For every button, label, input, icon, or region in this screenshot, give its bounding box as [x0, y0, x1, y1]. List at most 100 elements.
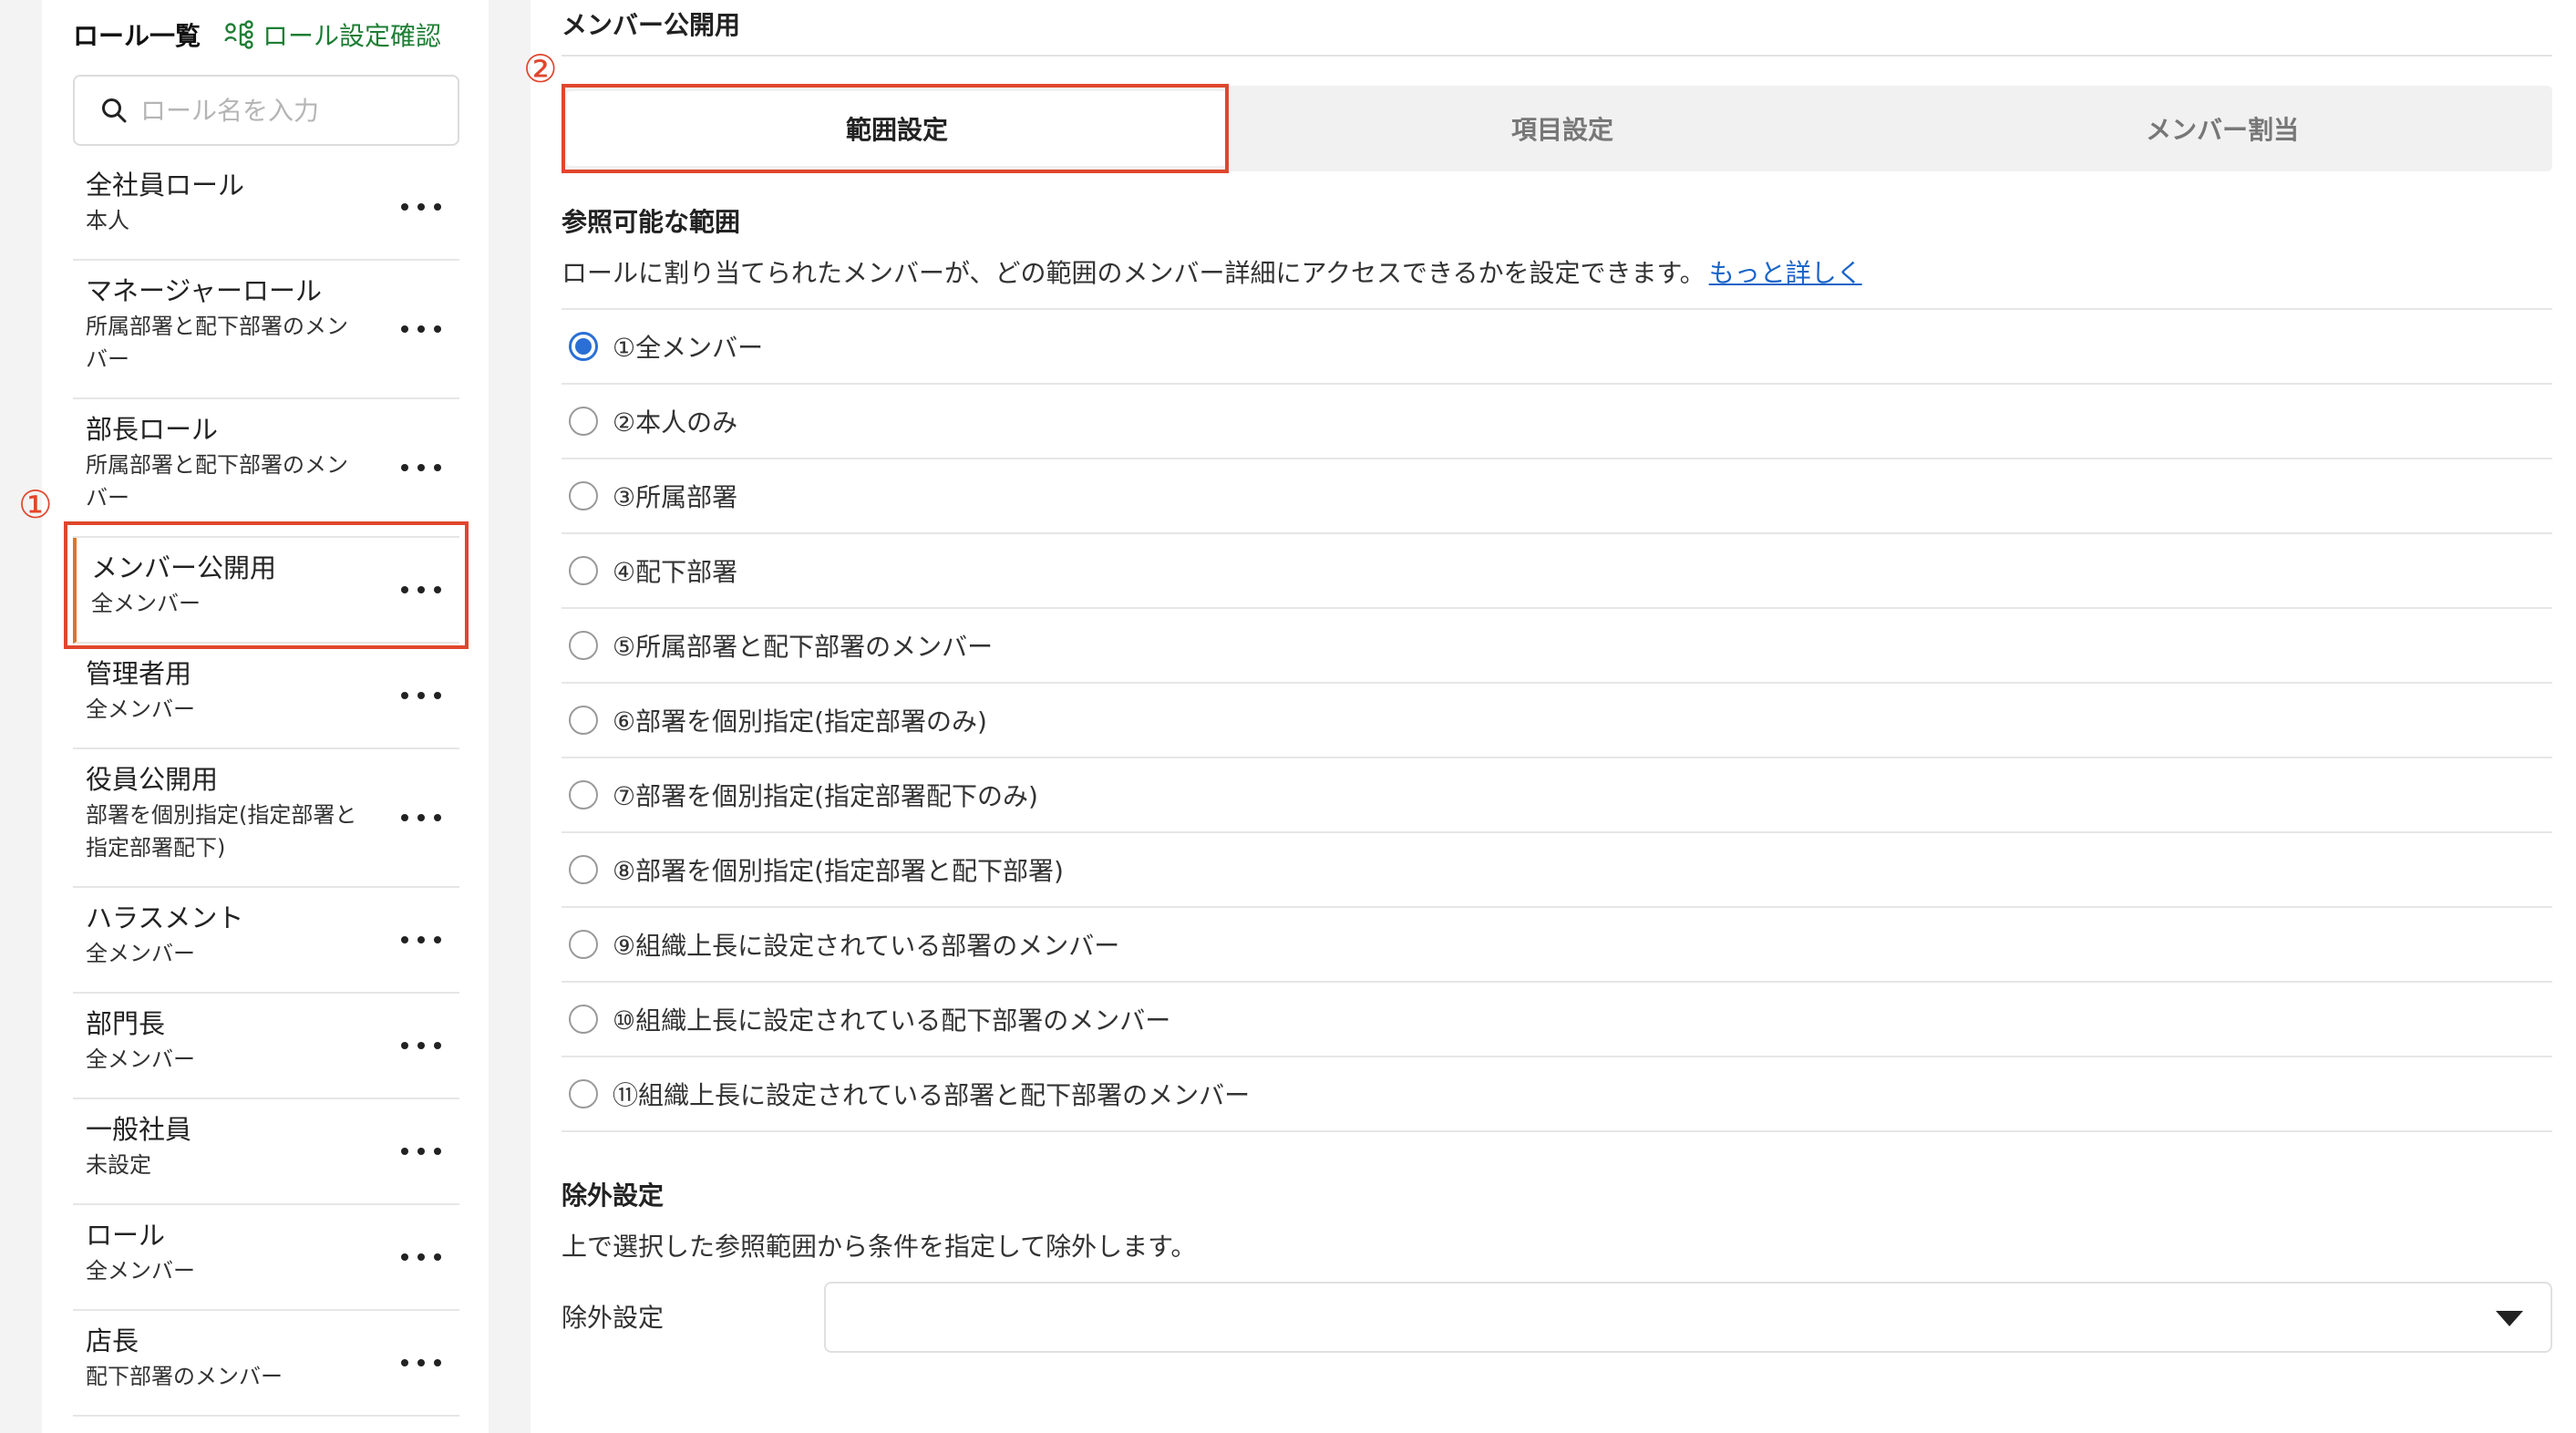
- role-scope: 未設定: [86, 1152, 151, 1178]
- more-options-icon[interactable]: [401, 1349, 441, 1376]
- role-item[interactable]: 一般社員 未設定: [73, 1099, 459, 1205]
- role-scope: 全メンバー: [86, 1046, 195, 1072]
- scope-option[interactable]: ③所属部署: [562, 459, 2552, 534]
- role-name: 全社員ロール: [86, 170, 245, 201]
- radio-button[interactable]: [569, 1005, 598, 1034]
- radio-button[interactable]: [569, 556, 598, 585]
- scope-option[interactable]: ⑥部署を個別指定(指定部署のみ): [562, 684, 2552, 758]
- role-name: 役員公開用: [86, 764, 219, 795]
- learn-more-link[interactable]: もっと詳しく: [1709, 258, 1862, 288]
- role-item[interactable]: マネージャーロール 所属部署と配下部署のメンバー: [73, 261, 459, 399]
- scope-option[interactable]: ⑧部署を個別指定(指定部署と配下部署): [562, 833, 2552, 908]
- more-options-icon[interactable]: [401, 804, 441, 831]
- role-item[interactable]: 全社員ロール 本人: [73, 155, 459, 261]
- more-options-icon[interactable]: [401, 454, 441, 481]
- role-settings-link-label: ロール設定確認: [263, 21, 442, 51]
- scope-section-description: ロールに割り当てられたメンバーが、どの範囲のメンバー詳細にアクセスできるかを設定…: [562, 253, 1862, 290]
- more-options-icon[interactable]: [401, 1138, 441, 1165]
- scope-description-text: ロールに割り当てられたメンバーが、どの範囲のメンバー詳細にアクセスできるかを設定…: [562, 258, 1705, 288]
- scope-option-label: ②本人のみ: [613, 407, 738, 438]
- sidebar-header: ロール一覧 ロール設定確認: [73, 13, 441, 57]
- radio-button[interactable]: [569, 780, 598, 809]
- org-tree-icon: [224, 20, 253, 49]
- scope-option-label: ⑩組織上長に設定されている配下部署のメンバー: [613, 1005, 1171, 1036]
- annotation-number-1: ①: [18, 482, 53, 527]
- role-settings-link[interactable]: ロール設定確認: [224, 16, 441, 53]
- page-title: メンバー公開用: [562, 10, 741, 40]
- more-options-icon[interactable]: [401, 576, 441, 603]
- radio-button[interactable]: [569, 855, 598, 884]
- scope-option-label: ⑥部署を個別指定(指定部署のみ): [613, 706, 987, 737]
- role-item[interactable]: 部門長 全メンバー: [73, 994, 459, 1099]
- app-root: ロール一覧 ロール設定確認 全社員ロ: [0, 0, 2576, 1433]
- role-sidebar: ロール一覧 ロール設定確認 全社員ロ: [42, 0, 489, 1433]
- role-scope: 部署を個別指定(指定部署と指定部署配下): [86, 802, 357, 861]
- scope-option[interactable]: ①全メンバー: [562, 310, 2552, 385]
- more-options-icon[interactable]: [401, 1243, 441, 1271]
- annotation-number-2: ②: [523, 46, 558, 91]
- role-item[interactable]: 役員公開用 部署を個別指定(指定部署と指定部署配下): [73, 749, 459, 888]
- role-scope: 全メンバー: [86, 941, 195, 966]
- radio-button-checked[interactable]: [569, 332, 598, 361]
- role-name: メンバー公開用: [91, 552, 277, 583]
- role-item[interactable]: ハラスメント 全メンバー: [73, 888, 459, 994]
- tab-field-settings[interactable]: 項目設定: [1232, 86, 1892, 171]
- scope-option[interactable]: ⑪組織上長に設定されている部署と配下部署のメンバー: [562, 1057, 2552, 1132]
- more-options-icon[interactable]: [401, 926, 441, 954]
- role-item[interactable]: 部長ロール 所属部署と配下部署のメンバー: [73, 399, 459, 538]
- more-options-icon[interactable]: [401, 1032, 441, 1059]
- more-options-icon[interactable]: [401, 315, 441, 343]
- scope-option[interactable]: ⑦部署を個別指定(指定部署配下のみ): [562, 758, 2552, 833]
- scope-option[interactable]: ⑤所属部署と配下部署のメンバー: [562, 609, 2552, 684]
- scope-option-label: ④配下部署: [613, 557, 738, 587]
- scope-option[interactable]: ②本人のみ: [562, 385, 2552, 459]
- scope-option-label: ①全メンバー: [613, 333, 764, 363]
- radio-button[interactable]: [569, 481, 598, 510]
- tab-scope-settings[interactable]: 範囲設定: [567, 91, 1227, 166]
- tab-member-assignment[interactable]: メンバー割当: [1892, 86, 2552, 171]
- radio-button[interactable]: [569, 706, 598, 735]
- radio-button[interactable]: [569, 631, 598, 660]
- exclusion-select[interactable]: [824, 1282, 2552, 1353]
- more-options-icon[interactable]: [401, 682, 441, 709]
- scope-option-label: ⑨組織上長に設定されている部署のメンバー: [613, 931, 1120, 961]
- role-item[interactable]: ロール 全メンバー: [73, 1205, 459, 1311]
- scope-option[interactable]: ⑨組織上長に設定されている部署のメンバー: [562, 908, 2552, 983]
- settings-tabs: 範囲設定 項目設定 メンバー割当: [562, 86, 2552, 171]
- role-name: マネージャーロール: [86, 275, 322, 306]
- role-search-box[interactable]: [73, 75, 459, 146]
- dropdown-caret-icon: [2496, 1311, 2523, 1326]
- role-item[interactable]: 店長 配下部署のメンバー: [73, 1311, 459, 1417]
- scope-option[interactable]: ⑩組織上長に設定されている配下部署のメンバー: [562, 983, 2552, 1057]
- role-name: 一般社員: [86, 1114, 192, 1145]
- role-scope: 本人: [86, 208, 129, 233]
- radio-button[interactable]: [569, 930, 598, 959]
- sidebar-title: ロール一覧: [73, 21, 201, 51]
- role-scope: 全メンバー: [91, 591, 201, 616]
- role-search-input[interactable]: [140, 95, 432, 126]
- exclusion-field-label: 除外設定: [562, 1303, 665, 1333]
- role-name: 部門長: [86, 1008, 166, 1039]
- scope-section-title: 参照可能な範囲: [562, 207, 741, 237]
- scope-option-label: ⑪組織上長に設定されている部署と配下部署のメンバー: [613, 1080, 1251, 1110]
- radio-button[interactable]: [569, 1079, 598, 1108]
- role-name: 管理者用: [86, 658, 192, 689]
- exclusion-section-description: 上で選択した参照範囲から条件を指定して除外します。: [562, 1232, 1197, 1262]
- role-scope: 所属部署と配下部署のメンバー: [86, 314, 348, 372]
- role-scope: 全メンバー: [86, 1258, 195, 1284]
- role-item-selected[interactable]: メンバー公開用 全メンバー: [73, 538, 459, 644]
- title-divider: [562, 55, 2552, 57]
- role-name: 店長: [86, 1325, 139, 1356]
- more-options-icon[interactable]: [401, 193, 441, 221]
- role-scope: 配下部署のメンバー: [86, 1364, 283, 1389]
- scope-option-label: ⑤所属部署と配下部署のメンバー: [613, 632, 994, 662]
- radio-button[interactable]: [569, 407, 598, 436]
- scope-option-label: ⑦部署を個別指定(指定部署配下のみ): [613, 781, 1038, 811]
- search-icon: [102, 98, 127, 123]
- scope-option[interactable]: ④配下部署: [562, 534, 2552, 609]
- role-name: ハラスメント: [86, 902, 244, 933]
- role-name: ロール: [86, 1220, 166, 1251]
- role-detail-panel: メンバー公開用 範囲設定 項目設定 メンバー割当 参照可能な範囲 ロールに割り当…: [531, 0, 2576, 1433]
- role-item[interactable]: 管理者用 全メンバー: [73, 644, 459, 749]
- role-name: 部長ロール: [86, 414, 219, 445]
